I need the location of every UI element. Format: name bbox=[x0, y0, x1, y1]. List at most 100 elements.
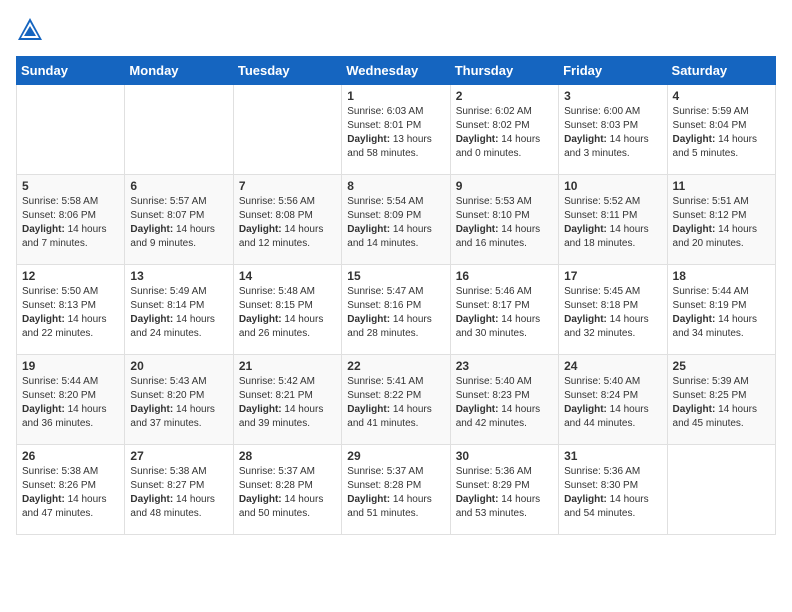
week-row-5: 26 Sunrise: 5:38 AMSunset: 8:26 PMDayligh… bbox=[17, 445, 776, 535]
calendar-cell: 7 Sunrise: 5:56 AMSunset: 8:08 PMDaylight… bbox=[233, 175, 341, 265]
day-info: Sunrise: 6:03 AMSunset: 8:01 PMDaylight:… bbox=[347, 105, 444, 161]
calendar-cell: 8Sunrise: 5:54 AMSunset: 8:09 PMDaylight… bbox=[342, 175, 450, 265]
calendar-cell: 27 Sunrise: 5:38 AMSunset: 8:27 PMDayligh… bbox=[125, 445, 233, 535]
page-header bbox=[16, 16, 776, 44]
day-number: 11 bbox=[673, 179, 770, 193]
week-row-1: 1 Sunrise: 6:03 AMSunset: 8:01 PMDaylight… bbox=[17, 85, 776, 175]
day-info: Sunrise: 5:38 AMSunset: 8:27 PMDaylight:… bbox=[130, 465, 227, 521]
day-number: 26 bbox=[22, 449, 119, 463]
day-info: Sunrise: 5:57 AMSunset: 8:07 PMDaylight:… bbox=[130, 195, 227, 251]
day-info: Sunrise: 5:51 AMSunset: 8:12 PMDaylight:… bbox=[673, 195, 770, 251]
day-number: 28 bbox=[239, 449, 336, 463]
day-number: 30 bbox=[456, 449, 553, 463]
calendar-cell: 28 Sunrise: 5:37 AMSunset: 8:28 PMDayligh… bbox=[233, 445, 341, 535]
day-info: Sunrise: 5:44 AMSunset: 8:20 PMDaylight:… bbox=[22, 375, 119, 431]
day-info: Sunrise: 5:53 AMSunset: 8:10 PMDaylight:… bbox=[456, 195, 553, 251]
day-info: Sunrise: 5:58 AMSunset: 8:06 PMDaylight:… bbox=[22, 195, 119, 251]
logo bbox=[16, 16, 48, 44]
calendar-cell bbox=[125, 85, 233, 175]
calendar-table: SundayMondayTuesdayWednesdayThursdayFrid… bbox=[16, 56, 776, 535]
day-info: Sunrise: 5:44 AMSunset: 8:19 PMDaylight:… bbox=[673, 285, 770, 341]
calendar-cell: 26 Sunrise: 5:38 AMSunset: 8:26 PMDayligh… bbox=[17, 445, 125, 535]
day-info: Sunrise: 5:45 AMSunset: 8:18 PMDaylight:… bbox=[564, 285, 661, 341]
day-number: 8 bbox=[347, 179, 444, 193]
day-number: 1 bbox=[347, 89, 444, 103]
day-number: 27 bbox=[130, 449, 227, 463]
calendar-cell: 19 Sunrise: 5:44 AMSunset: 8:20 PMDayligh… bbox=[17, 355, 125, 445]
calendar-cell: 31 Sunrise: 5:36 AMSunset: 8:30 PMDayligh… bbox=[559, 445, 667, 535]
calendar-cell: 12 Sunrise: 5:50 AMSunset: 8:13 PMDayligh… bbox=[17, 265, 125, 355]
calendar-cell: 4 Sunrise: 5:59 AMSunset: 8:04 PMDaylight… bbox=[667, 85, 775, 175]
header-day-tuesday: Tuesday bbox=[233, 57, 341, 85]
day-number: 20 bbox=[130, 359, 227, 373]
day-number: 19 bbox=[22, 359, 119, 373]
calendar-cell: 22Sunrise: 5:41 AMSunset: 8:22 PMDayligh… bbox=[342, 355, 450, 445]
calendar-cell: 2 Sunrise: 6:02 AMSunset: 8:02 PMDaylight… bbox=[450, 85, 558, 175]
header-day-friday: Friday bbox=[559, 57, 667, 85]
week-row-2: 5 Sunrise: 5:58 AMSunset: 8:06 PMDaylight… bbox=[17, 175, 776, 265]
calendar-cell: 14Sunrise: 5:48 AMSunset: 8:15 PMDayligh… bbox=[233, 265, 341, 355]
calendar-cell bbox=[667, 445, 775, 535]
calendar-cell: 11 Sunrise: 5:51 AMSunset: 8:12 PMDayligh… bbox=[667, 175, 775, 265]
day-number: 13 bbox=[130, 269, 227, 283]
calendar-cell: 5 Sunrise: 5:58 AMSunset: 8:06 PMDaylight… bbox=[17, 175, 125, 265]
day-number: 21 bbox=[239, 359, 336, 373]
calendar-cell: 30 Sunrise: 5:36 AMSunset: 8:29 PMDayligh… bbox=[450, 445, 558, 535]
calendar-cell: 1 Sunrise: 6:03 AMSunset: 8:01 PMDaylight… bbox=[342, 85, 450, 175]
day-info: Sunrise: 5:37 AMSunset: 8:28 PMDaylight:… bbox=[239, 465, 336, 521]
day-info: Sunrise: 5:48 AMSunset: 8:15 PMDaylight:… bbox=[239, 285, 336, 341]
day-info: Sunrise: 5:59 AMSunset: 8:04 PMDaylight:… bbox=[673, 105, 770, 161]
day-number: 16 bbox=[456, 269, 553, 283]
day-info: Sunrise: 5:52 AMSunset: 8:11 PMDaylight:… bbox=[564, 195, 661, 251]
calendar-cell: 9 Sunrise: 5:53 AMSunset: 8:10 PMDaylight… bbox=[450, 175, 558, 265]
day-info: Sunrise: 5:40 AMSunset: 8:24 PMDaylight:… bbox=[564, 375, 661, 431]
calendar-cell: 21Sunrise: 5:42 AMSunset: 8:21 PMDayligh… bbox=[233, 355, 341, 445]
calendar-cell: 16Sunrise: 5:46 AMSunset: 8:17 PMDayligh… bbox=[450, 265, 558, 355]
day-number: 23 bbox=[456, 359, 553, 373]
day-number: 25 bbox=[673, 359, 770, 373]
day-number: 18 bbox=[673, 269, 770, 283]
day-number: 12 bbox=[22, 269, 119, 283]
day-number: 29 bbox=[347, 449, 444, 463]
week-row-4: 19 Sunrise: 5:44 AMSunset: 8:20 PMDayligh… bbox=[17, 355, 776, 445]
day-number: 2 bbox=[456, 89, 553, 103]
day-info: Sunrise: 5:36 AMSunset: 8:29 PMDaylight:… bbox=[456, 465, 553, 521]
day-info: Sunrise: 5:36 AMSunset: 8:30 PMDaylight:… bbox=[564, 465, 661, 521]
calendar-cell: 13 Sunrise: 5:49 AMSunset: 8:14 PMDayligh… bbox=[125, 265, 233, 355]
header-day-thursday: Thursday bbox=[450, 57, 558, 85]
header-day-saturday: Saturday bbox=[667, 57, 775, 85]
calendar-cell bbox=[233, 85, 341, 175]
day-info: Sunrise: 5:38 AMSunset: 8:26 PMDaylight:… bbox=[22, 465, 119, 521]
day-number: 15 bbox=[347, 269, 444, 283]
day-info: Sunrise: 5:37 AMSunset: 8:28 PMDaylight:… bbox=[347, 465, 444, 521]
day-number: 24 bbox=[564, 359, 661, 373]
day-info: Sunrise: 5:47 AMSunset: 8:16 PMDaylight:… bbox=[347, 285, 444, 341]
day-info: Sunrise: 5:43 AMSunset: 8:20 PMDaylight:… bbox=[130, 375, 227, 431]
day-number: 31 bbox=[564, 449, 661, 463]
day-number: 9 bbox=[456, 179, 553, 193]
day-number: 17 bbox=[564, 269, 661, 283]
calendar-cell bbox=[17, 85, 125, 175]
calendar-cell: 10 Sunrise: 5:52 AMSunset: 8:11 PMDayligh… bbox=[559, 175, 667, 265]
calendar-cell: 29 Sunrise: 5:37 AMSunset: 8:28 PMDayligh… bbox=[342, 445, 450, 535]
week-row-3: 12 Sunrise: 5:50 AMSunset: 8:13 PMDayligh… bbox=[17, 265, 776, 355]
header-day-monday: Monday bbox=[125, 57, 233, 85]
day-info: Sunrise: 5:40 AMSunset: 8:23 PMDaylight:… bbox=[456, 375, 553, 431]
calendar-cell: 6 Sunrise: 5:57 AMSunset: 8:07 PMDaylight… bbox=[125, 175, 233, 265]
day-info: Sunrise: 5:56 AMSunset: 8:08 PMDaylight:… bbox=[239, 195, 336, 251]
day-number: 22 bbox=[347, 359, 444, 373]
day-info: Sunrise: 6:00 AMSunset: 8:03 PMDaylight:… bbox=[564, 105, 661, 161]
calendar-cell: 24 Sunrise: 5:40 AMSunset: 8:24 PMDayligh… bbox=[559, 355, 667, 445]
day-number: 6 bbox=[130, 179, 227, 193]
calendar-cell: 15 Sunrise: 5:47 AMSunset: 8:16 PMDayligh… bbox=[342, 265, 450, 355]
day-number: 5 bbox=[22, 179, 119, 193]
calendar-cell: 18 Sunrise: 5:44 AMSunset: 8:19 PMDayligh… bbox=[667, 265, 775, 355]
day-info: Sunrise: 6:02 AMSunset: 8:02 PMDaylight:… bbox=[456, 105, 553, 161]
day-info: Sunrise: 5:50 AMSunset: 8:13 PMDaylight:… bbox=[22, 285, 119, 341]
day-info: Sunrise: 5:49 AMSunset: 8:14 PMDaylight:… bbox=[130, 285, 227, 341]
day-number: 4 bbox=[673, 89, 770, 103]
day-number: 7 bbox=[239, 179, 336, 193]
day-number: 10 bbox=[564, 179, 661, 193]
calendar-cell: 3Sunrise: 6:00 AMSunset: 8:03 PMDaylight… bbox=[559, 85, 667, 175]
header-day-wednesday: Wednesday bbox=[342, 57, 450, 85]
